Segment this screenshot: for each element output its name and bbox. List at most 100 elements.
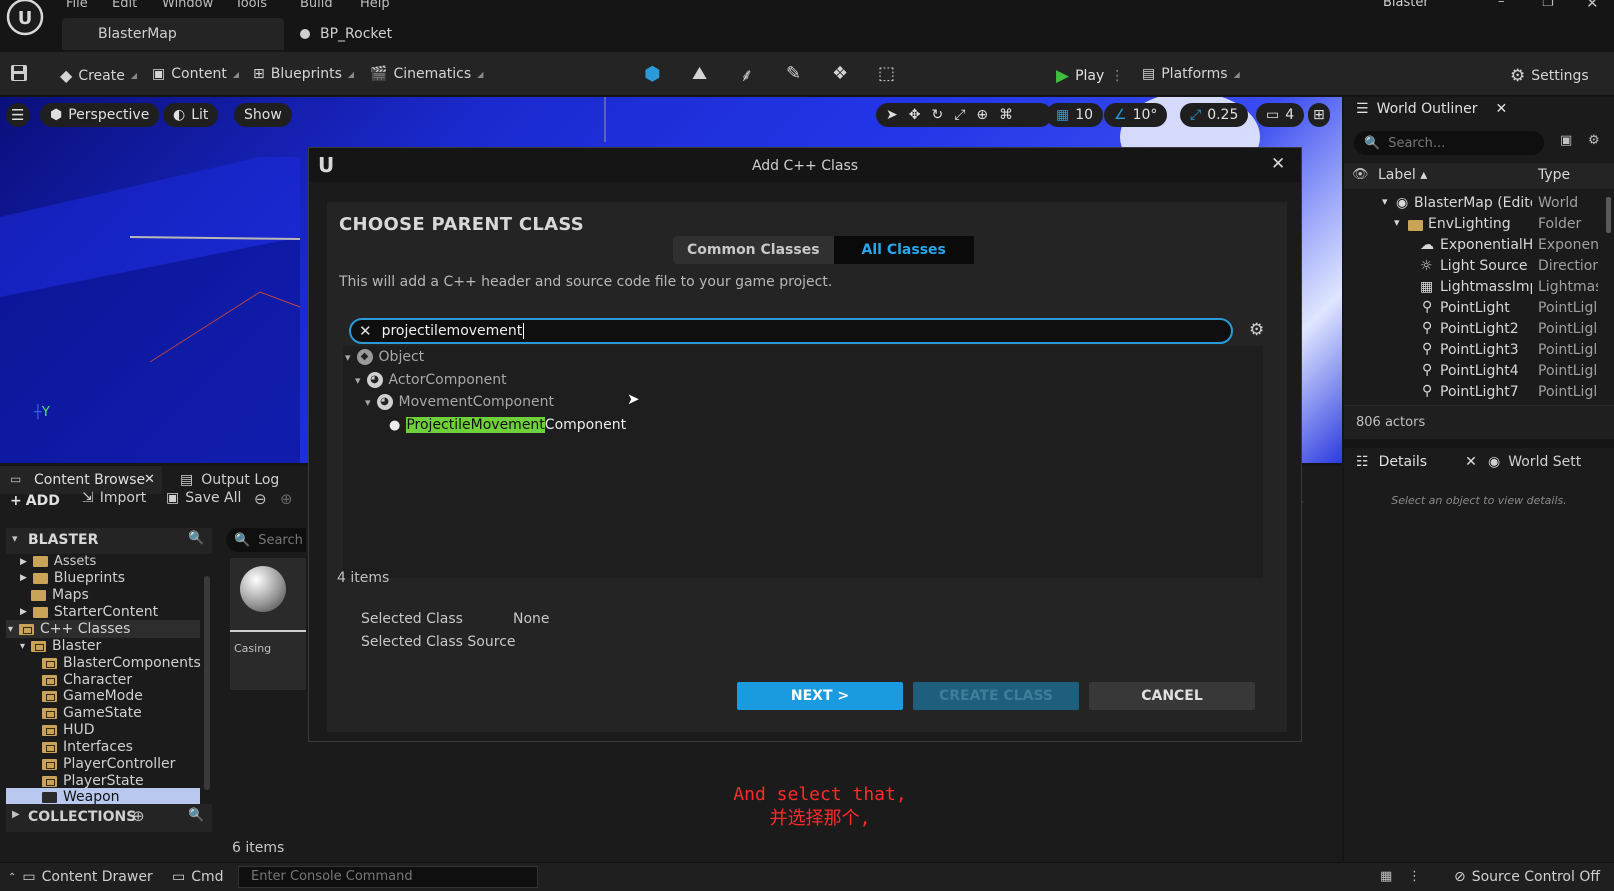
expand-icon[interactable]: ▾ — [355, 374, 361, 387]
landscape-mode-icon[interactable]: ⛰ — [692, 63, 707, 84]
create-class-button[interactable]: CREATE CLASS — [913, 682, 1079, 710]
tree-row-movementcomponent[interactable]: ▾ ◕ MovementComponent — [343, 391, 1263, 413]
unreal-logo-icon[interactable]: U — [3, 0, 47, 38]
folder-item[interactable]: Interfaces — [42, 739, 133, 755]
close-window-icon[interactable]: ✕ — [1586, 0, 1599, 12]
folder-item[interactable]: ▶ Assets — [20, 554, 96, 569]
search-icon[interactable]: 🔍 — [188, 531, 204, 546]
history-forward-icon[interactable]: ⊕ — [280, 490, 293, 508]
minimize-icon[interactable]: – — [1498, 0, 1505, 9]
expand-icon[interactable]: ▾ — [8, 624, 13, 635]
folder-item[interactable]: ▶ StarterContent — [20, 604, 158, 620]
play-options-icon[interactable]: ⋮ — [1110, 68, 1124, 84]
asset-search-input[interactable]: 🔍 Search — [226, 528, 306, 552]
brush-edit-mode-icon[interactable]: ⬚ — [878, 63, 895, 84]
rotation-snap-button[interactable]: ∠ 10° — [1104, 103, 1168, 127]
settings-button[interactable]: ⚙ Settings — [1510, 66, 1589, 86]
visibility-eye-icon[interactable]: 👁 — [1352, 167, 1369, 182]
outliner-row[interactable]: ☼ Light Source Direction — [1344, 256, 1604, 277]
menu-tools[interactable]: Tools — [235, 0, 267, 11]
outliner-row[interactable]: ⚲ PointLight7 PointLigl — [1344, 382, 1604, 403]
expand-icon[interactable]: ▾ — [20, 641, 25, 652]
foliage-mode-icon[interactable]: ⸙ — [740, 63, 754, 87]
show-button[interactable]: Show — [234, 103, 292, 127]
camera-speed-button[interactable]: ▭ 4 — [1256, 103, 1305, 127]
select-mode-icon[interactable]: ⬢ — [644, 63, 661, 85]
expand-icon[interactable]: ▶ — [20, 573, 27, 583]
outliner-row[interactable]: ☁ ExponentialHe Exponen — [1344, 235, 1604, 256]
expand-icon[interactable]: ▶ — [12, 809, 20, 820]
asset-tile-casing[interactable]: Casing — [230, 558, 306, 690]
play-button[interactable]: ▶ Play ⋮ — [1056, 66, 1124, 86]
collapse-icon[interactable]: ▾ — [12, 532, 18, 545]
folder-item[interactable]: GameMode — [42, 688, 143, 704]
sources-scrollbar[interactable] — [204, 576, 210, 790]
console-command-input[interactable]: Enter Console Command — [238, 866, 538, 888]
folder-item[interactable]: PlayerController — [42, 756, 175, 772]
platforms-button[interactable]: ▤ Platforms ◢ — [1142, 66, 1240, 82]
expand-icon[interactable]: ▶ — [20, 557, 27, 567]
move-tool-icon[interactable]: ✥ — [909, 107, 921, 123]
viewport-menu-button[interactable]: ☰ — [6, 103, 30, 127]
outliner-search-input[interactable]: 🔍 Search... — [1354, 131, 1544, 155]
blueprints-button[interactable]: ⊞ Blueprints ◢ — [253, 66, 354, 82]
lit-button[interactable]: ◐ Lit — [163, 103, 219, 127]
menu-file[interactable]: File — [66, 0, 88, 11]
expand-icon[interactable]: ▾ — [1382, 195, 1388, 208]
details-tab[interactable]: ☷ Details ✕ — [1356, 454, 1477, 470]
fracture-mode-icon[interactable]: ❖ — [832, 63, 848, 84]
label-column-header[interactable]: Label ▴ — [1378, 167, 1427, 183]
outliner-row[interactable]: ▾ EnvLighting Folder — [1344, 214, 1604, 235]
close-tab-icon[interactable]: ✕ — [1496, 101, 1508, 117]
grid-snap-button[interactable]: ▦ 10 — [1046, 103, 1104, 127]
tab-all-classes[interactable]: All Classes — [833, 236, 974, 264]
collections-label[interactable]: COLLECTIONS — [28, 809, 136, 825]
close-tab-icon[interactable]: ✕ — [144, 472, 155, 487]
expand-icon[interactable]: ▾ — [345, 351, 351, 364]
select-tool-icon[interactable]: ➤ — [886, 107, 898, 123]
content-drawer-button[interactable]: ⌃ ▭ Content Drawer — [8, 869, 153, 885]
mesh-paint-mode-icon[interactable]: ✎ — [786, 63, 801, 84]
menu-build[interactable]: Build — [300, 0, 333, 11]
close-icon[interactable]: ✕ — [1271, 154, 1285, 174]
add-folder-icon[interactable]: ▣ — [1560, 133, 1572, 148]
history-back-icon[interactable]: ⊖ — [254, 490, 267, 508]
search-icon[interactable]: 🔍 — [188, 808, 204, 823]
scale-snap-button[interactable]: ⤢ 0.25 — [1180, 103, 1249, 127]
folder-item-cpp-classes[interactable]: ▾ C++ Classes — [8, 621, 130, 637]
folder-item[interactable]: PlayerState — [42, 773, 144, 789]
folder-item[interactable]: Maps — [31, 587, 89, 603]
save-current-button[interactable] — [10, 64, 28, 82]
create-button[interactable]: ◆ Create ◢ — [60, 66, 137, 85]
expand-icon[interactable]: ▾ — [365, 396, 371, 409]
save-all-button[interactable]: ▣ Save All — [166, 490, 241, 506]
source-control-button[interactable]: ⊘ Source Control Off — [1454, 869, 1600, 885]
outliner-row[interactable]: ⚲ PointLight4 PointLigl — [1344, 361, 1604, 382]
close-tab-icon[interactable]: ✕ — [1465, 454, 1477, 470]
next-button[interactable]: NEXT > — [737, 682, 903, 710]
tree-row-projectilemovementcomponent[interactable]: ● ProjectileMovement Component — [343, 414, 1263, 436]
class-search-input[interactable]: ✕ projectilemovement — [349, 318, 1233, 344]
derived-data-icon[interactable]: ▦ — [1380, 869, 1392, 884]
tree-row-actorcomponent[interactable]: ▾ ◕ ActorComponent — [343, 369, 1263, 391]
outliner-row[interactable]: ▾ ◉ BlasterMap (Edito World — [1344, 193, 1604, 214]
folder-item[interactable]: BlasterComponents — [42, 655, 201, 671]
expand-icon[interactable]: ▾ — [1394, 216, 1400, 229]
folder-item[interactable]: ▶ Blueprints — [20, 570, 125, 586]
restore-icon[interactable]: ❐ — [1542, 0, 1554, 10]
scale-tool-icon[interactable]: ⤢ — [954, 107, 965, 123]
options-icon[interactable]: ⋮ — [1408, 869, 1421, 884]
outliner-row[interactable]: ⚲ PointLight2 PointLigl — [1344, 319, 1604, 340]
outliner-scrollbar[interactable] — [1606, 197, 1611, 233]
menu-window[interactable]: Window — [162, 0, 213, 11]
expand-icon[interactable]: ▶ — [20, 607, 27, 617]
outliner-tab[interactable]: ☰ World Outliner ✕ — [1356, 101, 1507, 117]
folder-item-weapon[interactable]: Weapon — [42, 789, 120, 805]
root-folder-label[interactable]: BLASTER — [28, 532, 98, 548]
outliner-settings-icon[interactable]: ⚙ — [1588, 133, 1600, 148]
clear-search-icon[interactable]: ✕ — [359, 322, 372, 340]
perspective-button[interactable]: ⬢ Perspective — [40, 103, 160, 127]
viewport-layout-button[interactable]: ⊞ — [1308, 103, 1330, 127]
tree-row-object[interactable]: ▾ ◆ Object — [343, 346, 1263, 368]
outliner-row[interactable]: ▦ LightmassImp Lightmas — [1344, 277, 1604, 298]
